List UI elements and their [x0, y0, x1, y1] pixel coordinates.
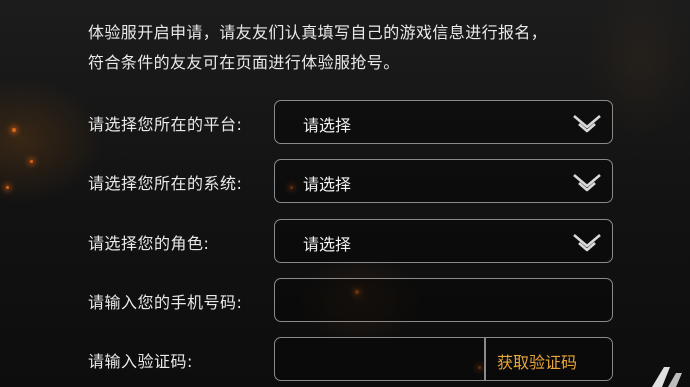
intro-text: 体验服开启申请，请友友们认真填写自己的游戏信息进行报名， 符合条件的友友可在页面…: [88, 18, 547, 78]
phone-row: 请输入您的手机号码:: [88, 278, 628, 324]
role-select[interactable]: 请选择: [274, 219, 613, 263]
system-select-value: 请选择: [303, 175, 352, 194]
role-select-value: 请选择: [303, 235, 352, 254]
system-select[interactable]: 请选择: [274, 159, 613, 203]
system-label: 请选择您所在的系统:: [88, 174, 243, 193]
chevron-down-icon: [573, 115, 601, 133]
phone-label: 请输入您的手机号码:: [88, 293, 243, 312]
phone-input[interactable]: [274, 278, 613, 322]
watermark-logo: [652, 367, 682, 387]
chevron-down-icon: [573, 174, 601, 192]
role-label: 请选择您的角色:: [88, 234, 210, 253]
role-row: 请选择您的角色: 请选择: [88, 219, 628, 265]
platform-row: 请选择您所在的平台: 请选择: [88, 100, 628, 146]
system-row: 请选择您所在的系统: 请选择: [88, 159, 628, 205]
chevron-down-icon: [573, 234, 601, 252]
platform-label: 请选择您所在的平台:: [88, 115, 243, 134]
ember-decoration: [6, 186, 9, 189]
code-divider: [484, 338, 486, 380]
platform-select[interactable]: 请选择: [274, 100, 613, 144]
get-code-button[interactable]: 获取验证码: [497, 349, 577, 373]
platform-select-value: 请选择: [303, 116, 352, 135]
intro-line-2: 符合条件的友友可在页面进行体验服抢号。: [88, 53, 400, 72]
intro-line-1: 体验服开启申请，请友友们认真填写自己的游戏信息进行报名，: [88, 23, 548, 42]
code-label: 请输入验证码:: [88, 352, 193, 371]
ember-decoration: [30, 160, 33, 163]
ember-decoration: [12, 128, 16, 132]
code-row: 请输入验证码: 获取验证码: [88, 337, 628, 383]
code-field-group: 获取验证码: [274, 337, 613, 381]
